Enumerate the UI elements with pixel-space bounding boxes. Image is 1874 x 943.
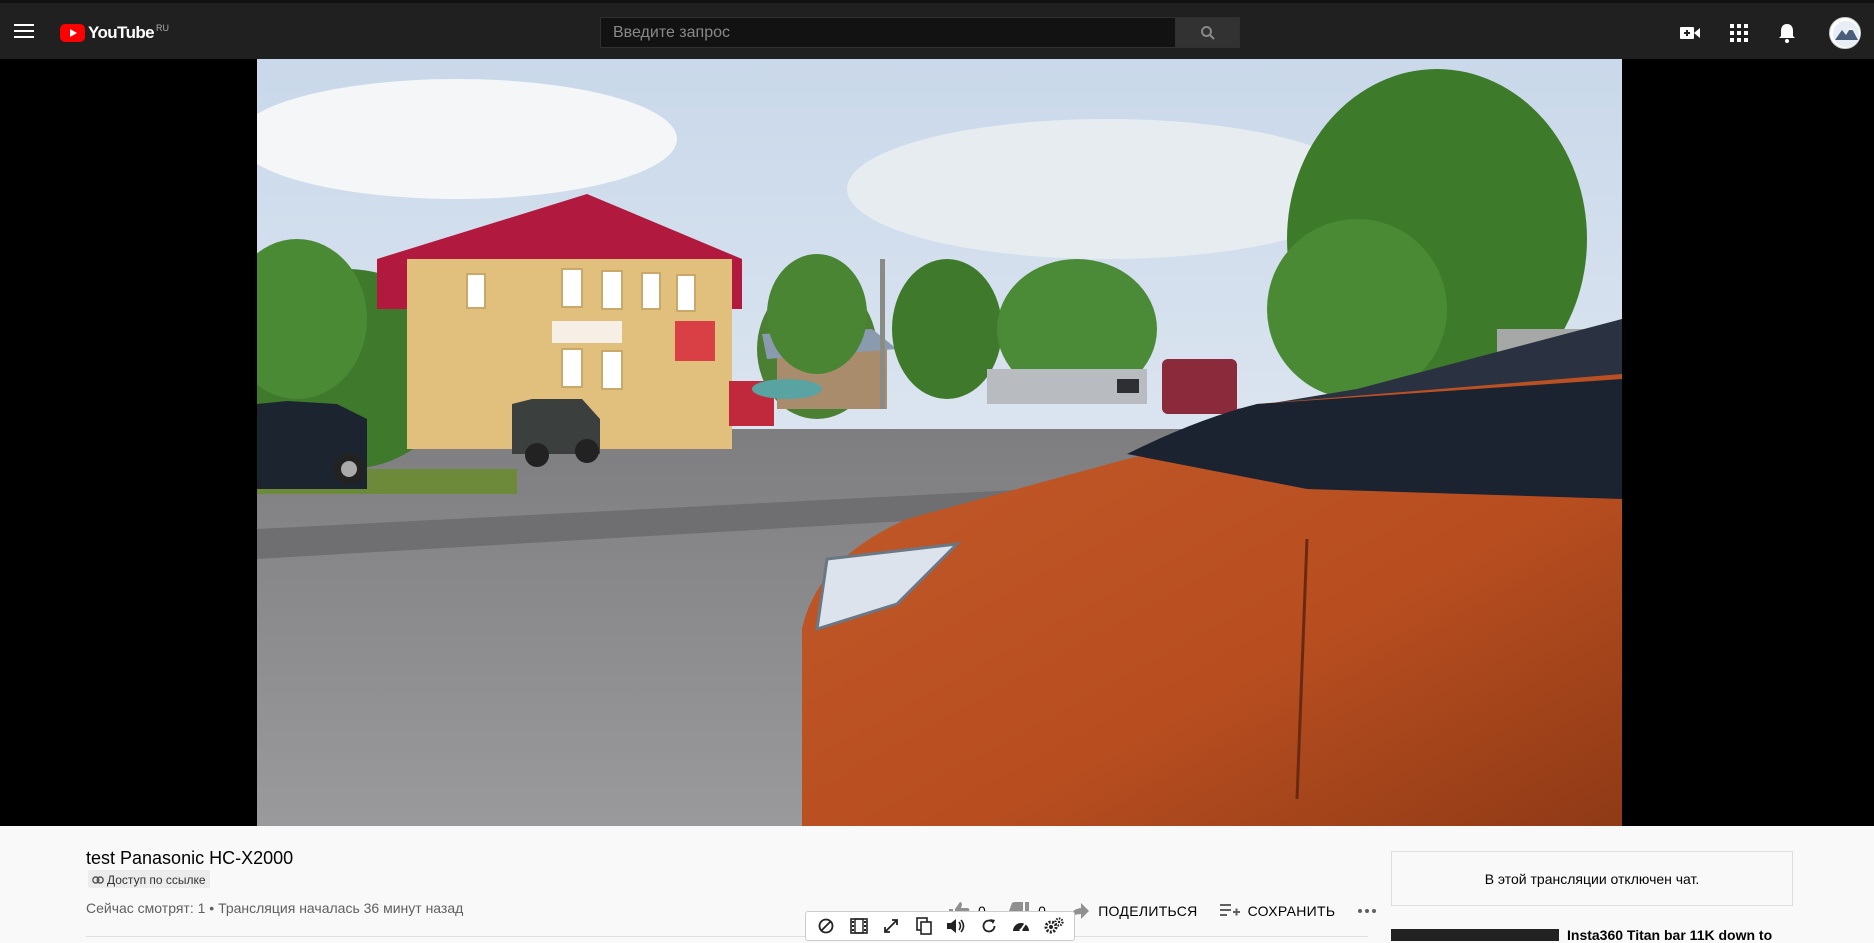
search-icon (1200, 25, 1215, 40)
share-button[interactable]: ПОДЕЛИТЬСЯ (1068, 902, 1197, 920)
search-input[interactable] (600, 17, 1176, 48)
volume-icon[interactable] (944, 914, 968, 938)
copy-icon[interactable] (912, 914, 936, 938)
youtube-logo[interactable]: YouTube RU (60, 22, 169, 44)
recommended-thumbnail[interactable] (1391, 929, 1559, 941)
link-icon (92, 876, 104, 884)
avatar[interactable] (1829, 17, 1861, 49)
notifications-bell-icon[interactable] (1774, 20, 1800, 46)
chat-disabled-text: В этой трансляции отключен чат. (1484, 870, 1700, 887)
playlist-add-icon (1219, 904, 1240, 916)
divider (86, 936, 1368, 937)
menu-icon[interactable] (12, 20, 36, 44)
gears-icon[interactable] (1042, 914, 1066, 938)
extension-toolbar (805, 911, 1075, 941)
youtube-play-icon (60, 24, 85, 42)
search-button[interactable] (1176, 17, 1240, 48)
masthead: YouTube RU (0, 0, 1874, 59)
chat-disabled-notice: В этой трансляции отключен чат. (1391, 851, 1793, 906)
video-title: test Panasonic HC-X2000 (86, 848, 294, 868)
apps-grid-icon[interactable] (1726, 20, 1752, 46)
create-video-icon[interactable] (1677, 20, 1703, 46)
more-actions-button[interactable] (1357, 908, 1377, 914)
speedometer-icon[interactable] (1009, 914, 1033, 938)
video-meta: Сейчас смотрят: 1 • Трансляция началась … (86, 900, 464, 916)
block-icon[interactable] (814, 914, 838, 938)
player-container (0, 59, 1874, 826)
more-horizontal-icon (1358, 909, 1377, 913)
save-label: СОХРАНИТЬ (1247, 903, 1336, 919)
refresh-icon[interactable] (977, 914, 1001, 938)
film-icon[interactable] (847, 914, 871, 938)
expand-icon[interactable] (879, 914, 903, 938)
video-frame-image (257, 59, 1622, 826)
video-player[interactable] (257, 59, 1622, 826)
logo-region: RU (156, 23, 169, 33)
access-badge[interactable]: Доступ по ссылке (88, 870, 210, 888)
share-label: ПОДЕЛИТЬСЯ (1098, 903, 1198, 919)
search-bar (600, 17, 1240, 48)
save-button[interactable]: СОХРАНИТЬ (1219, 903, 1336, 919)
access-label: Доступ по ссылке (107, 873, 206, 887)
logo-text: YouTube (88, 23, 155, 42)
